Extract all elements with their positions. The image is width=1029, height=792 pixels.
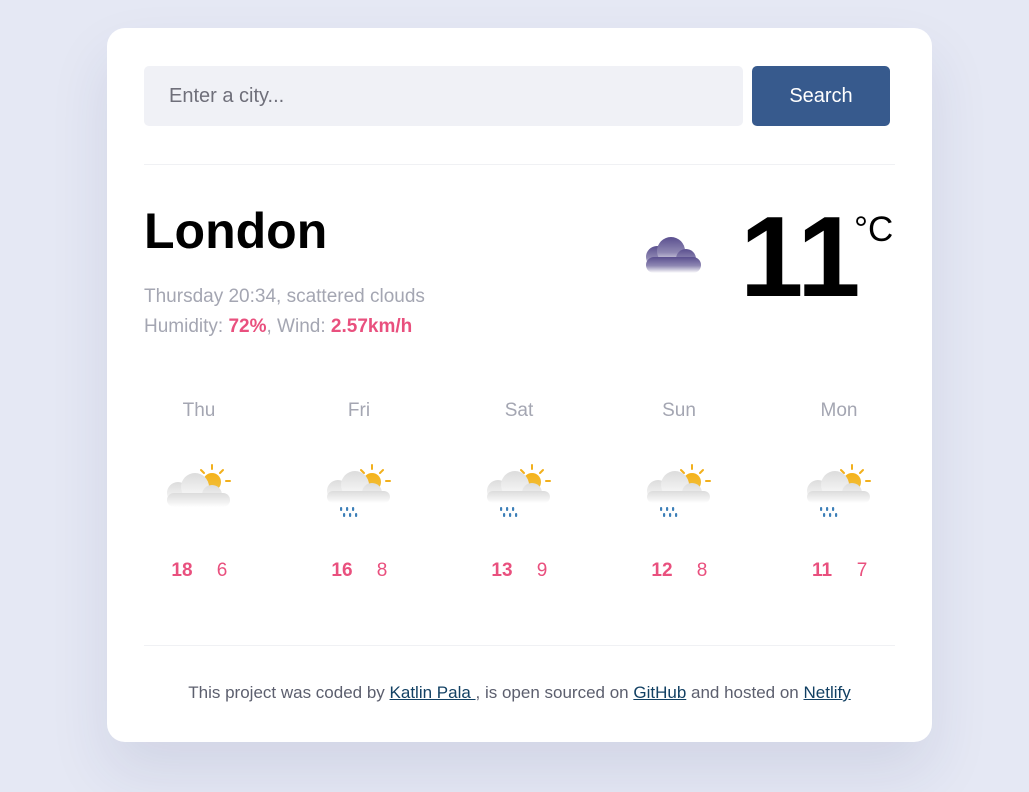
footer-text: This project was coded by bbox=[188, 683, 390, 702]
weather-card: Search London Thursday 20:34, scattered … bbox=[107, 28, 932, 742]
divider bbox=[144, 164, 895, 165]
partly-cloudy-rain-icon bbox=[487, 464, 551, 517]
forecast-high: 13 bbox=[491, 560, 513, 581]
forecast-row: Thu 18 6 Fri 16 8 Sat 13 9 Sun 12 8 Mon … bbox=[144, 398, 944, 598]
wind-value: 2.57km/h bbox=[330, 316, 413, 337]
forecast-high: 11 bbox=[811, 560, 833, 581]
footer-text: , is open sourced on bbox=[475, 683, 634, 702]
partly-cloudy-rain-icon bbox=[647, 464, 711, 517]
footer: This project was coded by Katlin Pala , … bbox=[107, 683, 932, 703]
forecast-day: Fri 16 8 bbox=[304, 398, 414, 598]
partly-cloudy-rain-icon bbox=[327, 464, 391, 517]
forecast-low: 8 bbox=[696, 560, 708, 581]
netlify-link[interactable]: Netlify bbox=[804, 683, 851, 702]
forecast-day-name: Fri bbox=[347, 400, 371, 421]
forecast-day: Thu 18 6 bbox=[144, 398, 254, 598]
forecast-day-name: Thu bbox=[182, 400, 216, 421]
forecast-day-name: Sat bbox=[504, 400, 534, 421]
current-temperature: 11 bbox=[740, 194, 861, 321]
humidity-value: 72% bbox=[228, 316, 267, 337]
author-link[interactable]: Katlin Pala bbox=[390, 683, 476, 702]
footer-text: and hosted on bbox=[686, 683, 804, 702]
forecast-high: 12 bbox=[651, 560, 673, 581]
partly-cloudy-icon bbox=[167, 464, 231, 507]
divider bbox=[144, 645, 895, 646]
forecast-day-name: Sun bbox=[662, 400, 696, 421]
humidity-label: Humidity: bbox=[144, 316, 229, 337]
temperature-unit[interactable]: °C bbox=[854, 210, 893, 250]
humidity-wind-line: Humidity: 72%, Wind: 2.57km/h bbox=[144, 315, 412, 339]
city-search-input[interactable] bbox=[144, 66, 743, 126]
cloud-icon bbox=[646, 237, 701, 273]
forecast-day-name: Mon bbox=[820, 400, 858, 421]
forecast-high: 16 bbox=[331, 560, 353, 581]
forecast-low: 9 bbox=[536, 560, 548, 581]
github-link[interactable]: GitHub bbox=[633, 683, 686, 702]
forecast-high: 18 bbox=[171, 560, 193, 581]
city-name: London bbox=[144, 203, 328, 259]
search-button[interactable]: Search bbox=[752, 66, 890, 126]
forecast-low: 6 bbox=[216, 560, 228, 581]
partly-cloudy-rain-icon bbox=[807, 464, 871, 517]
forecast-day: Sun 12 8 bbox=[624, 398, 734, 598]
forecast-low: 8 bbox=[376, 560, 388, 581]
wind-label: , Wind: bbox=[266, 316, 331, 337]
forecast-day: Sat 13 9 bbox=[464, 398, 574, 598]
date-description: Thursday 20:34, scattered clouds bbox=[144, 286, 425, 307]
forecast-low: 7 bbox=[856, 560, 868, 581]
forecast-day: Mon 11 7 bbox=[784, 398, 894, 598]
